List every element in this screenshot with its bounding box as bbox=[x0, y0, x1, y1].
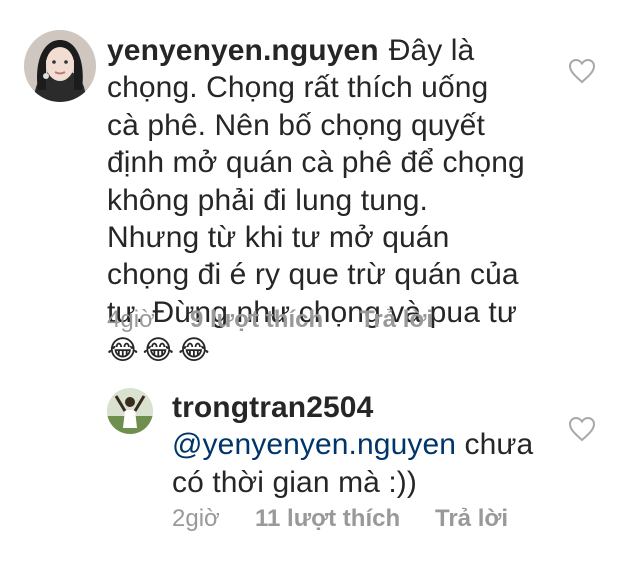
laughing-emoji-icon: 😂😂😂 bbox=[107, 335, 214, 366]
user-avatar-icon bbox=[24, 30, 96, 102]
heart-outline-icon[interactable] bbox=[568, 58, 596, 84]
avatar[interactable] bbox=[24, 30, 96, 102]
comment-likes-count[interactable]: 11 lượt thích bbox=[255, 505, 435, 533]
user-avatar-icon bbox=[107, 388, 153, 434]
comment-text-block: trongtran2504 @yenyenyen.nguyen chưa có … bbox=[172, 389, 552, 501]
comment-meta: 4giờ 9 lượt thích Trả lời bbox=[107, 306, 433, 334]
comment-username[interactable]: trongtran2504 bbox=[172, 391, 373, 424]
comment-username[interactable]: yenyenyen.nguyen bbox=[107, 34, 379, 67]
comment-body: Đây là chọng. Chọng rất thích uống cà ph… bbox=[107, 34, 525, 329]
reply-button[interactable]: Trả lời bbox=[435, 505, 508, 533]
heart-outline-icon[interactable] bbox=[568, 416, 596, 442]
comment-timestamp: 4giờ bbox=[107, 306, 155, 333]
mention-link[interactable]: @yenyenyen.nguyen bbox=[172, 428, 456, 461]
comment-likes-count[interactable]: 9 lượt thích bbox=[190, 306, 360, 334]
avatar[interactable] bbox=[107, 388, 153, 434]
comment-meta: 2giờ 11 lượt thích Trả lời bbox=[172, 505, 508, 533]
reply-button[interactable]: Trả lời bbox=[360, 306, 433, 334]
comment-timestamp: 2giờ bbox=[172, 505, 220, 532]
